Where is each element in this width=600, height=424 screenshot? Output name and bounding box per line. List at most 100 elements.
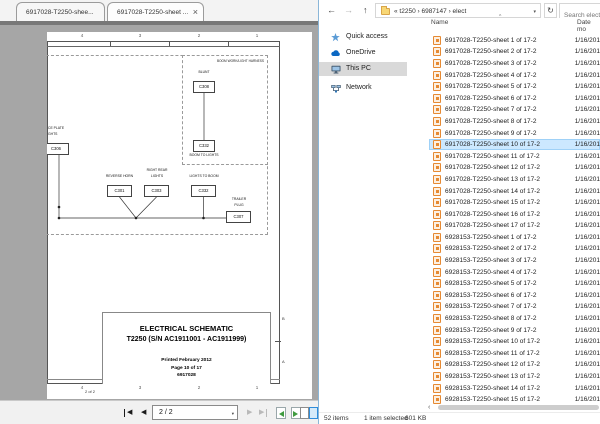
file-date: 1/16/201	[574, 94, 600, 102]
pdf-file-icon	[433, 302, 441, 312]
file-row[interactable]: 6917028-T2250-sheet 2 of 17-2 1/16/201	[429, 46, 600, 58]
file-row[interactable]: 6928153-T2250-sheet 7 of 17-2 1/16/201	[429, 301, 600, 313]
connector-c332-upper: C332	[193, 140, 215, 152]
file-row[interactable]: 6928153-T2250-sheet 1 of 17-2 1/16/201	[429, 232, 600, 244]
pdf-file-icon	[433, 105, 441, 115]
file-row[interactable]: 6917028-T2250-sheet 14 of 17-2 1/16/201	[429, 185, 600, 197]
file-row[interactable]: 6928153-T2250-sheet 6 of 17-2 1/16/201	[429, 290, 600, 302]
file-row[interactable]: 6917028-T2250-sheet 16 of 17-2 1/16/201	[429, 208, 600, 220]
forward-button[interactable]: →	[344, 5, 353, 15]
pdf-file-icon	[433, 267, 441, 277]
items-count: 52 items	[324, 415, 349, 422]
file-name: 6928153-T2250-sheet 3 of 17-2	[445, 257, 537, 265]
file-row[interactable]: 6917028-T2250-sheet 4 of 17-2 1/16/201	[429, 69, 600, 81]
file-name: 6917028-T2250-sheet 1 of 17-2	[445, 36, 537, 44]
file-row[interactable]: 6917028-T2250-sheet 10 of 17-2 1/16/201	[429, 138, 600, 151]
file-row[interactable]: 6928153-T2250-sheet 13 of 17-2 1/16/201	[429, 371, 600, 383]
file-row[interactable]: 6928153-T2250-sheet 11 of 17-2 1/16/201	[429, 348, 600, 360]
file-name: 6928153-T2250-sheet 7 of 17-2	[445, 303, 537, 311]
back-button[interactable]: ←	[327, 5, 336, 15]
previous-view-icon[interactable]	[276, 407, 286, 419]
sidebar-item-onedrive[interactable]: OneDrive	[319, 46, 407, 60]
file-date: 1/16/201	[574, 106, 600, 114]
previous-page-button[interactable]: ◀	[141, 409, 146, 417]
sidebar-item-network[interactable]: Network	[319, 81, 407, 95]
pdf-file-icon	[433, 47, 441, 57]
file-row[interactable]: 6917028-T2250-sheet 6 of 17-2 1/16/201	[429, 92, 600, 104]
first-page-button[interactable]: ◀	[127, 409, 132, 417]
file-name: 6928153-T2250-sheet 11 of 17-2	[445, 349, 540, 357]
file-name: 6928153-T2250-sheet 9 of 17-2	[445, 326, 537, 334]
file-row[interactable]: 6917028-T2250-sheet 7 of 17-2 1/16/201	[429, 104, 600, 116]
file-row[interactable]: 6928153-T2250-sheet 5 of 17-2 1/16/201	[429, 278, 600, 290]
file-row[interactable]: 6928153-T2250-sheet 2 of 17-2 1/16/201	[429, 243, 600, 255]
connector-c303: C303	[144, 185, 169, 197]
pdf-file-icon	[433, 395, 441, 405]
last-page-button[interactable]: ▶	[259, 409, 264, 417]
scrollbar-thumb[interactable]	[438, 405, 599, 410]
pdf-canvas[interactable]: 4 3 2 1 4 3 2 1 B A BOOM WORK/LIGHT HARN…	[0, 25, 320, 400]
file-row[interactable]: 6928153-T2250-sheet 4 of 17-2 1/16/201	[429, 266, 600, 278]
next-page-button[interactable]: ▶	[247, 409, 252, 417]
horizontal-scrollbar[interactable]: ‹	[425, 404, 600, 412]
refresh-button[interactable]: ↻	[544, 3, 557, 18]
file-row[interactable]: 6928153-T2250-sheet 14 of 17-2 1/16/201	[429, 382, 600, 394]
file-row[interactable]: 6917028-T2250-sheet 1 of 17-2 1/16/201	[429, 35, 600, 47]
file-row[interactable]: 6928153-T2250-sheet 3 of 17-2 1/16/201	[429, 255, 600, 267]
up-button[interactable]: ↑	[363, 5, 368, 15]
pdf-file-icon	[433, 383, 441, 393]
file-name: 6917028-T2250-sheet 6 of 17-2	[445, 94, 537, 102]
pdf-viewer-window: 6917028-T2250-shee... 6917028-T2250-shee…	[0, 0, 327, 424]
file-list: 6917028-T2250-sheet 1 of 17-2 1/16/201 691…	[429, 35, 600, 412]
file-row[interactable]: 6928153-T2250-sheet 12 of 17-2 1/16/201	[429, 359, 600, 371]
file-row[interactable]: 6928153-T2250-sheet 9 of 17-2 1/16/201	[429, 324, 600, 336]
schematic-subtitle: T2250 (S/N AC1911001 - AC1911999)	[126, 336, 247, 343]
file-row[interactable]: 6917028-T2250-sheet 8 of 17-2 1/16/201	[429, 116, 600, 128]
search-box[interactable]	[559, 3, 600, 22]
file-row[interactable]: 6917028-T2250-sheet 15 of 17-2 1/16/201	[429, 197, 600, 209]
file-date: 1/16/201	[574, 222, 600, 230]
file-name: 6928153-T2250-sheet 1 of 17-2	[445, 233, 537, 241]
sidebar-item-this-pc[interactable]: This PC	[319, 62, 407, 76]
pdf-file-icon	[433, 244, 441, 254]
file-name: 6928153-T2250-sheet 8 of 17-2	[445, 315, 537, 323]
file-row[interactable]: 6917028-T2250-sheet 17 of 17-2 1/16/201	[429, 220, 600, 232]
chevron-down-icon: ▾	[231, 411, 234, 416]
close-icon[interactable]: ×	[193, 8, 198, 17]
pdf-file-icon	[433, 58, 441, 68]
single-page-view-icon[interactable]	[300, 407, 309, 419]
file-row[interactable]: 6917028-T2250-sheet 9 of 17-2 1/16/201	[429, 127, 600, 139]
column-header-name[interactable]: Name	[431, 19, 448, 26]
boom-to-lights-label: BOOM TO LIGHTS	[189, 153, 219, 157]
file-row[interactable]: 6917028-T2250-sheet 12 of 17-2 1/16/201	[429, 162, 600, 174]
sidebar-item-quick-access[interactable]: Quick access	[319, 30, 407, 44]
pdf-file-icon	[433, 128, 441, 138]
pdf-toolbar: ◀ ◀ 2 / 2 ▾ ▶ ▶	[0, 400, 327, 424]
continuous-view-icon[interactable]	[309, 407, 318, 419]
file-row[interactable]: 6928153-T2250-sheet 10 of 17-2 1/16/201	[429, 336, 600, 348]
star-icon	[331, 32, 340, 44]
file-row[interactable]: 6917028-T2250-sheet 3 of 17-2 1/16/201	[429, 58, 600, 70]
page-number-combo[interactable]: 2 / 2 ▾	[152, 405, 238, 420]
file-row[interactable]: 6917028-T2250-sheet 5 of 17-2 1/16/201	[429, 81, 600, 93]
file-name: 6917028-T2250-sheet 3 of 17-2	[445, 59, 537, 67]
file-date: 1/16/201	[574, 210, 600, 218]
pdf-tab-2[interactable]: 6917028-T2250-sheet ... ×	[107, 2, 204, 21]
breadcrumb[interactable]: « t2250 › 6987147 › elect	[394, 8, 466, 15]
file-name: 6917028-T2250-sheet 12 of 17-2	[445, 164, 541, 172]
file-row[interactable]: 6928153-T2250-sheet 8 of 17-2 1/16/201	[429, 313, 600, 325]
column-header-date[interactable]: Date mo	[577, 19, 600, 33]
pdf-file-icon	[433, 221, 441, 231]
file-row[interactable]: 6917028-T2250-sheet 13 of 17-2 1/16/201	[429, 174, 600, 186]
file-date: 1/16/201	[574, 199, 600, 207]
file-row[interactable]: 6917028-T2250-sheet 11 of 17-2 1/16/201	[429, 150, 600, 162]
grid-letter: A	[282, 359, 285, 364]
connector-c306: C306	[47, 143, 69, 155]
pdf-file-icon	[433, 140, 441, 150]
chevron-down-icon[interactable]: ▾	[533, 9, 536, 15]
address-bar[interactable]: « t2250 › 6987147 › elect ▾	[375, 3, 541, 18]
pdf-tab-1[interactable]: 6917028-T2250-shee...	[16, 2, 105, 21]
scroll-left-icon[interactable]: ‹	[428, 404, 430, 412]
file-date: 1/16/201	[574, 152, 600, 160]
pdf-file-icon	[433, 35, 441, 45]
